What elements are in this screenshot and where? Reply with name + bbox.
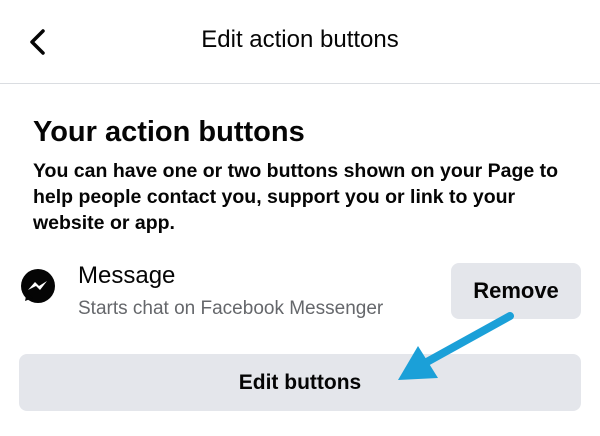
page-title: Edit action buttons [201, 26, 399, 53]
action-button-row: Message Starts chat on Facebook Messenge… [0, 254, 600, 324]
top-bar: Edit action buttons [0, 0, 600, 84]
section-title: Your action buttons [33, 116, 305, 148]
action-subtitle: Starts chat on Facebook Messenger [78, 298, 384, 319]
action-name: Message [78, 262, 176, 289]
section-description: You can have one or two buttons shown on… [33, 160, 559, 234]
messenger-icon [21, 269, 55, 303]
edit-buttons-button[interactable]: Edit buttons [19, 354, 581, 411]
action-buttons-panel: Your action buttons You can have one or … [0, 84, 600, 436]
remove-button[interactable]: Remove [451, 263, 581, 319]
